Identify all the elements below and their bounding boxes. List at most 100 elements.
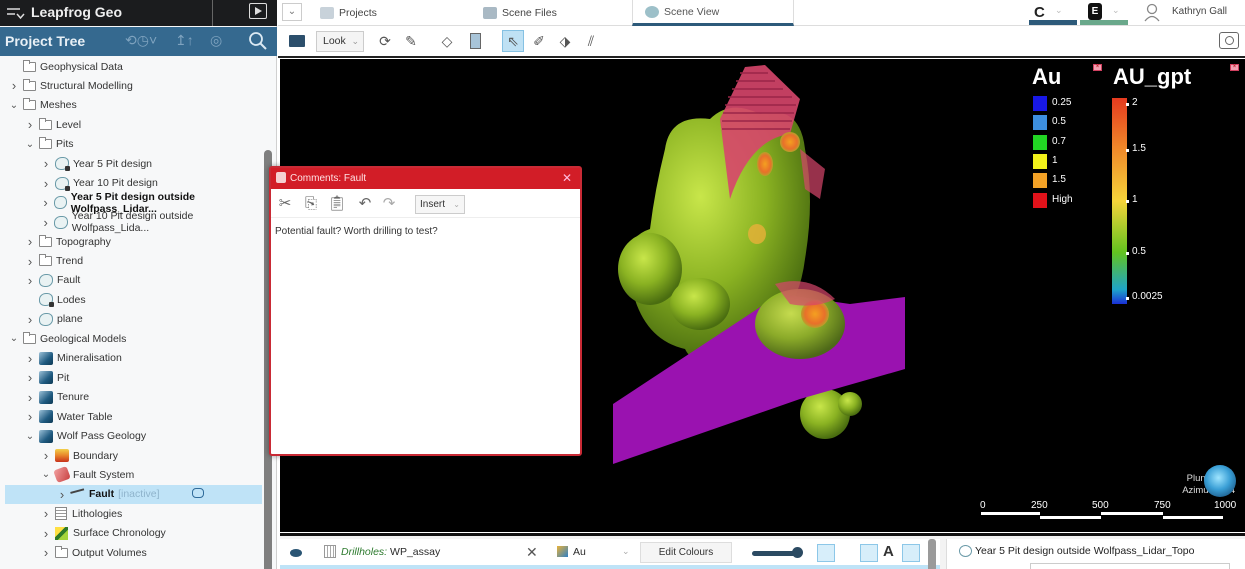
close-legend-icon[interactable]: × (1093, 64, 1102, 71)
chevron-right-icon[interactable]: › (25, 234, 35, 249)
comment-icon[interactable] (192, 487, 204, 498)
pause-icon[interactable]: ◎ (210, 32, 222, 49)
filter-toggle-icon[interactable] (817, 544, 835, 562)
select-icon[interactable]: ⇖ (502, 30, 524, 52)
chevron-right-icon[interactable]: › (9, 78, 19, 93)
tree-item[interactable]: › Pit (5, 368, 262, 387)
shown-item-row[interactable]: Drillholes: WP_assay ✕ Au ⌄ Edit Colours… (280, 539, 940, 565)
chevron-right-icon[interactable]: › (25, 117, 35, 132)
comment-text-area[interactable]: Potential fault? Worth drilling to test? (275, 226, 575, 237)
play-icon[interactable] (249, 3, 267, 19)
chevron-right-icon[interactable]: › (41, 215, 50, 230)
chevron-right-icon[interactable]: › (25, 351, 35, 366)
chevron-right-icon[interactable]: › (41, 195, 50, 210)
chevron-right-icon[interactable]: › (41, 156, 51, 171)
tree-item[interactable]: › Trend (5, 252, 262, 271)
tree-item[interactable]: › Topography (5, 232, 262, 251)
edit-colours-button[interactable]: Edit Colours (640, 542, 732, 563)
shown-items-scrollbar[interactable] (928, 539, 936, 569)
chevron-down-icon[interactable]: ⌄ (41, 469, 51, 480)
tree-item[interactable]: › Output Volumes (5, 543, 262, 562)
eye-icon[interactable] (290, 549, 302, 557)
look-dropdown[interactable]: Look ⌄ (316, 31, 364, 52)
colour-column-select[interactable]: Au (573, 546, 586, 558)
chevron-right-icon[interactable]: › (25, 390, 35, 405)
tree-item[interactable]: › Structural Modelling (5, 76, 262, 95)
tree-item[interactable]: ⌄ Pits (5, 135, 262, 154)
central-account-button[interactable]: C ⌄ (1026, 0, 1077, 26)
ruler-icon[interactable]: ⫽ (580, 30, 602, 52)
chevron-right-icon[interactable]: › (57, 487, 67, 502)
tree-item[interactable]: › Water Table (5, 407, 262, 426)
user-menu[interactable]: Kathryn Gall (1140, 0, 1245, 26)
remove-icon[interactable]: ✕ (526, 544, 538, 561)
tree-item[interactable]: Lodes (5, 290, 262, 309)
tree-item[interactable]: › Fault [inactive] (5, 484, 262, 504)
chevron-right-icon[interactable]: › (41, 526, 51, 541)
chevron-right-icon[interactable]: › (41, 545, 51, 560)
tree-item[interactable]: Geophysical Data (5, 57, 262, 76)
render-options-icon[interactable] (860, 544, 878, 562)
labels-icon[interactable]: A (883, 543, 894, 560)
draw-plane-icon[interactable]: ◇ (436, 30, 458, 52)
chevron-down-icon[interactable]: ⌄ (9, 333, 19, 344)
tree-item[interactable]: › Boundary (5, 446, 262, 465)
tree-item[interactable]: › Year 10 Pit design outside Wolfpass_Lid… (5, 210, 262, 234)
tree-item[interactable]: › plane (5, 310, 262, 329)
tree-item[interactable]: › Tenure (5, 388, 262, 407)
history-icon[interactable]: ⟲◷˅ (125, 32, 157, 49)
tree-item[interactable]: › Fault (5, 271, 262, 290)
tab-scene-files[interactable]: Scene Files (483, 0, 557, 26)
tree-item[interactable]: › Year 5 Pit design (5, 154, 262, 173)
chevron-right-icon[interactable]: › (25, 409, 35, 424)
section-icon[interactable] (464, 30, 486, 52)
tab-list-dropdown[interactable]: ⌄ (282, 3, 302, 21)
cut-icon[interactable]: ✂ (275, 194, 295, 214)
slice-icon[interactable]: ✎ (400, 30, 422, 52)
draw-line-icon[interactable]: ✐ (528, 30, 550, 52)
rotate-icon[interactable]: ⟳ (374, 30, 396, 52)
redo-icon[interactable]: ↷ (379, 194, 399, 214)
chevron-right-icon[interactable]: › (41, 506, 51, 521)
upload-icon[interactable]: ↥↑ (175, 32, 194, 49)
geology-model-render[interactable] (600, 59, 920, 469)
shown-item-row-selected[interactable] (280, 565, 940, 569)
camera-icon[interactable] (1219, 32, 1239, 49)
scene-settings-icon[interactable] (286, 30, 308, 52)
chevron-right-icon[interactable]: › (41, 176, 51, 191)
tree-item[interactable]: › Level (5, 115, 262, 134)
tree-item[interactable]: ⌄ Geological Models (5, 329, 262, 348)
insert-dropdown[interactable]: Insert ⌄ (415, 195, 465, 214)
menu-chevron-icon[interactable] (6, 5, 26, 21)
tree-item[interactable]: › Lithologies (5, 504, 262, 523)
chevron-right-icon[interactable]: › (25, 273, 35, 288)
chevron-down-icon[interactable]: ⌄ (25, 139, 35, 150)
tab-projects[interactable]: Projects (320, 0, 377, 26)
chevron-right-icon[interactable]: › (25, 370, 35, 385)
tree-item[interactable]: › Mineralisation (5, 349, 262, 368)
measure-plane-icon[interactable]: ⬗ (554, 30, 576, 52)
tab-scene-view[interactable]: Scene View (632, 0, 794, 26)
undo-icon[interactable]: ↶ (355, 194, 375, 214)
chevron-right-icon[interactable]: › (25, 254, 35, 269)
chevron-right-icon[interactable]: › (41, 448, 51, 463)
properties-title: Year 5 Pit design outside Wolfpass_Lidar… (975, 545, 1195, 557)
chevron-down-icon[interactable]: ⌄ (9, 100, 19, 111)
tree-item[interactable]: › Surface Chronology (5, 524, 262, 543)
legend-toggle-icon[interactable] (902, 544, 920, 562)
tree-item[interactable]: ⌄ Wolf Pass Geology (5, 427, 262, 446)
orientation-globe-icon[interactable] (1204, 465, 1236, 497)
dialog-title-bar[interactable]: Comments: Fault ✕ (271, 168, 580, 189)
tree-item[interactable]: ⌄ Meshes (5, 96, 262, 115)
close-legend-icon[interactable]: × (1230, 64, 1239, 71)
search-icon[interactable] (247, 30, 269, 52)
tree-item[interactable]: ⌄ Fault System (5, 465, 262, 484)
chevron-down-icon[interactable]: ⌄ (25, 431, 35, 442)
chevron-right-icon[interactable]: › (25, 312, 35, 327)
paste-icon[interactable]: 📋︎ (327, 194, 347, 214)
close-icon[interactable]: ✕ (562, 171, 572, 185)
slider-handle[interactable] (792, 547, 803, 558)
property-field[interactable] (1030, 563, 1230, 569)
evo-account-button[interactable]: E ⌄ (1080, 0, 1132, 26)
copy-icon[interactable]: ⎘ (301, 194, 321, 214)
